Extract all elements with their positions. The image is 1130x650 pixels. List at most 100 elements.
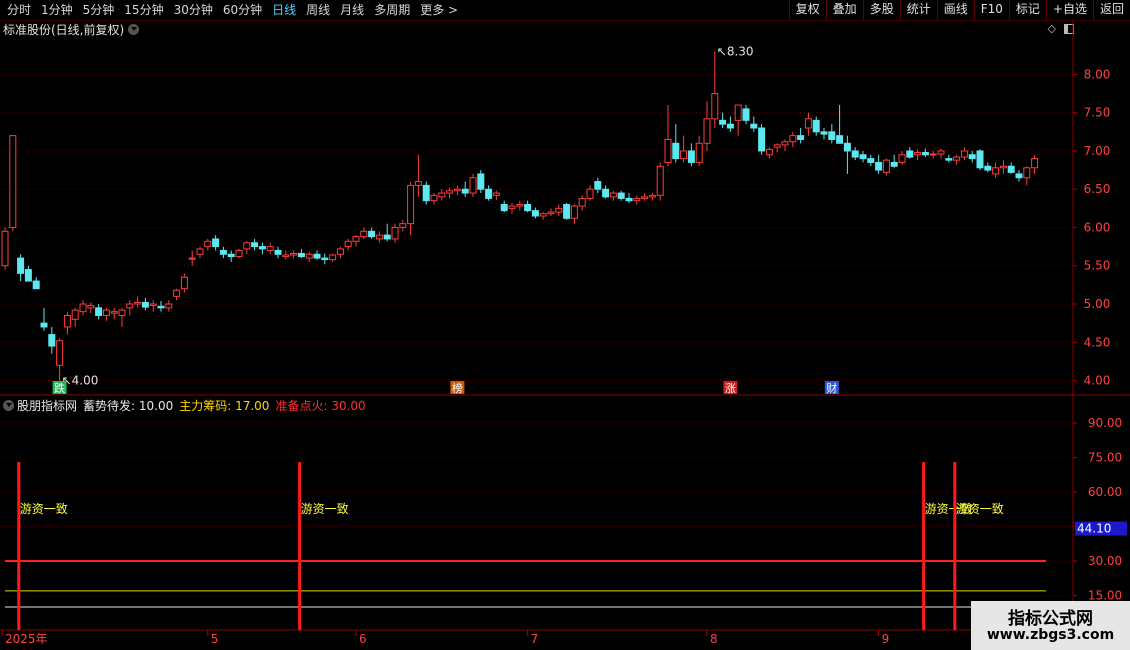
candle-body [219, 249, 227, 255]
candle-body [898, 154, 906, 163]
candle-body [945, 158, 953, 161]
candle-body [773, 144, 781, 148]
candle-body [492, 192, 500, 196]
candle-body [321, 257, 329, 261]
date-tick-label: 6 [359, 632, 367, 646]
candle-body [921, 151, 929, 156]
candle-body [414, 181, 422, 186]
candle-body [56, 340, 64, 366]
candle-body [719, 119, 727, 125]
date-tick-label: 9 [882, 632, 890, 646]
candle-body [828, 131, 836, 140]
date-tick-label: 2025年 [5, 632, 48, 646]
candle-body [609, 192, 617, 198]
indicator-tick-label: 90.00 [1088, 416, 1122, 430]
candle-body [95, 307, 103, 316]
indicator-tick-label: 75.00 [1088, 451, 1122, 465]
event-marker-label: 榜 [452, 381, 463, 395]
candle-body [586, 188, 594, 199]
candle-body [531, 210, 539, 217]
candle-body [633, 197, 641, 202]
candle-body [79, 303, 87, 313]
candle-body [422, 184, 430, 202]
price-tick-label: 5.50 [1084, 259, 1111, 273]
candle-body [63, 314, 71, 328]
candle-body [290, 252, 298, 256]
candle-body [266, 246, 274, 251]
candle-body [804, 118, 812, 129]
candle-body [446, 190, 454, 194]
price-tick-label: 7.00 [1084, 144, 1111, 158]
candle-body [695, 142, 703, 163]
candle-body [485, 188, 493, 199]
candle-body [976, 150, 984, 169]
candle-body [110, 311, 118, 314]
candle-body [469, 177, 477, 194]
watermark-url: www.zbgs3.com [986, 627, 1115, 643]
candle-body [687, 150, 695, 163]
candle-body [820, 131, 828, 135]
candle-body [851, 150, 859, 158]
candle-body [960, 150, 968, 158]
candle-body [968, 154, 976, 160]
candle-body [430, 194, 438, 202]
candle-body [1015, 173, 1023, 179]
price-tick-label: 5.00 [1084, 297, 1111, 311]
date-tick-label: 7 [531, 632, 539, 646]
price-tick-label: 4.00 [1084, 374, 1111, 388]
price-tick-label: 6.00 [1084, 220, 1111, 234]
candle-body [937, 150, 945, 155]
candle-body [914, 151, 922, 156]
indicator-tick-label: 60.00 [1088, 485, 1122, 499]
low-price-label: ↖4.00 [62, 374, 99, 388]
candle-body [391, 226, 399, 240]
candle-body [742, 108, 750, 121]
candle-body [313, 253, 321, 259]
candle-body [329, 254, 337, 261]
candle-body [797, 135, 805, 140]
candle-body [258, 246, 266, 250]
candle-body [547, 211, 555, 215]
event-marker-label: 涨 [725, 382, 736, 395]
candle-body [352, 236, 360, 242]
candle-body [407, 184, 415, 225]
event-marker-label: 跌 [54, 381, 65, 395]
candle-body [461, 188, 469, 194]
candle-body [641, 196, 649, 199]
candle-body [9, 135, 17, 228]
candle-body [703, 118, 711, 144]
candle-body [17, 257, 25, 274]
candle-body [438, 192, 446, 198]
candle-body [711, 93, 719, 120]
candle-body [656, 165, 664, 196]
candle-body [477, 173, 485, 190]
candle-body [1007, 165, 1015, 173]
date-tick-label: 5 [211, 632, 219, 646]
candle-body [48, 334, 56, 347]
watermark-title: 指标公式网 [1008, 609, 1093, 629]
candle-body [672, 142, 680, 160]
indicator-tick-label: 30.00 [1088, 554, 1122, 568]
candle-body [929, 153, 937, 156]
candle-body [235, 249, 243, 258]
high-price-label: ↖8.30 [717, 44, 754, 58]
signal-label: 游资一致 [956, 502, 1004, 516]
candle-body [758, 127, 766, 152]
candle-body [890, 161, 898, 167]
candle-body [500, 204, 508, 212]
candle-body [126, 303, 134, 309]
candle-body [157, 305, 165, 309]
candle-body [32, 280, 40, 290]
candle-body [118, 309, 126, 316]
candle-body [625, 197, 633, 202]
candle-body [149, 303, 157, 307]
candle-body [204, 240, 212, 248]
candle-body [134, 301, 142, 305]
candle-body [1023, 167, 1031, 179]
candle-body [196, 248, 204, 255]
chart-canvas[interactable]: 8.00 7.50 7.00 6.50 6.00 5.50 5.00 4.50 4.00 90.0… [0, 0, 1130, 650]
event-marker-label: 财 [826, 381, 837, 395]
candle-body [843, 142, 851, 152]
candle-body [680, 150, 688, 160]
price-tick-label: 6.50 [1084, 182, 1111, 196]
